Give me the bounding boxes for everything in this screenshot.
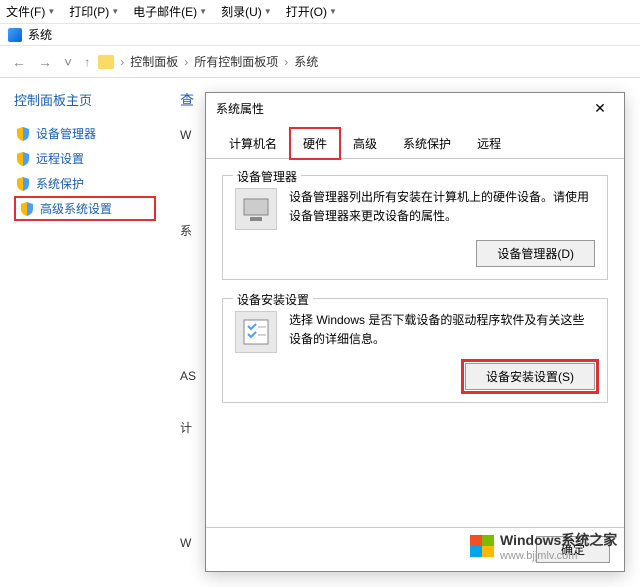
sidebar-item-label: 远程设置	[36, 150, 84, 167]
sidebar-title[interactable]: 控制面板主页	[14, 90, 156, 109]
menu-open[interactable]: 打开(O)▼	[286, 3, 337, 20]
nav-forward-icon[interactable]: →	[34, 54, 56, 70]
device-manager-button[interactable]: 设备管理器(D)	[476, 240, 595, 267]
sidebar-item-label: 设备管理器	[36, 125, 96, 142]
dialog-title: 系统属性	[216, 100, 264, 117]
device-manager-icon	[235, 188, 277, 230]
tab-computer-name[interactable]: 计算机名	[216, 128, 290, 159]
sidebar-item-protection[interactable]: 系统保护	[14, 171, 156, 196]
group-description: 选择 Windows 是否下载设备的驱动程序软件及有关这些设备的详细信息。	[289, 311, 595, 349]
watermark: Windows系统之家 www.bjjmlv.com	[470, 530, 617, 562]
window-titlebar: 系统	[0, 24, 640, 46]
chevron-down-icon: ▼	[47, 7, 55, 16]
chevron-down-icon: ▼	[199, 7, 207, 16]
breadcrumb-item[interactable]: 系统	[294, 53, 318, 70]
tab-hardware[interactable]: 硬件	[290, 128, 340, 159]
sidebar-item-label: 系统保护	[36, 175, 84, 192]
device-manager-group: 设备管理器 设备管理器列出所有安装在计算机上的硬件设备。请使用设备管理器来更改设…	[222, 175, 608, 280]
breadcrumb-item[interactable]: 控制面板	[130, 53, 178, 70]
device-install-group: 设备安装设置 选择 Windows 是否下载设备的驱动程序软件及有关这些设备的详…	[222, 298, 608, 403]
group-title: 设备安装设置	[233, 291, 313, 308]
menu-email[interactable]: 电子邮件(E)▼	[133, 3, 207, 20]
chevron-down-icon: ▼	[111, 7, 119, 16]
crumb-sep: ›	[182, 55, 190, 69]
breadcrumb-item[interactable]: 所有控制面板项	[194, 53, 278, 70]
system-icon	[8, 28, 22, 42]
shield-icon	[16, 177, 30, 191]
address-bar: ← → ˅ ↑ › 控制面板 › 所有控制面板项 › 系统	[0, 46, 640, 78]
device-install-settings-button[interactable]: 设备安装设置(S)	[465, 363, 595, 390]
shield-icon	[16, 152, 30, 166]
dialog-body: 设备管理器 设备管理器列出所有安装在计算机上的硬件设备。请使用设备管理器来更改设…	[206, 159, 624, 527]
nav-dropdown-icon[interactable]: ˅	[60, 54, 76, 70]
folder-icon	[98, 55, 114, 69]
sidebar-item-advanced[interactable]: 高级系统设置	[14, 196, 156, 221]
menubar: 文件(F)▼ 打印(P)▼ 电子邮件(E)▼ 刻录(U)▼ 打开(O)▼	[0, 0, 640, 24]
nav-up-icon[interactable]: ↑	[80, 55, 94, 69]
shield-icon	[20, 202, 34, 216]
system-properties-dialog: 系统属性 ✕ 计算机名 硬件 高级 系统保护 远程 设备管理器 设备管理器列出所…	[205, 92, 625, 572]
tab-advanced[interactable]: 高级	[340, 128, 390, 159]
dialog-header: 系统属性 ✕	[206, 93, 624, 123]
chevron-down-icon: ▼	[264, 7, 272, 16]
menu-print[interactable]: 打印(P)▼	[69, 3, 119, 20]
sidebar: 控制面板主页 设备管理器 远程设置 系统保护 高级系统设置	[0, 78, 170, 587]
menu-file[interactable]: 文件(F)▼	[6, 3, 55, 20]
group-title: 设备管理器	[233, 168, 301, 185]
tab-remote[interactable]: 远程	[464, 128, 514, 159]
menu-burn[interactable]: 刻录(U)▼	[221, 3, 272, 20]
nav-back-icon[interactable]: ←	[8, 54, 30, 70]
watermark-text: Windows系统之家	[500, 530, 617, 550]
tab-protection[interactable]: 系统保护	[390, 128, 464, 159]
sidebar-item-device-manager[interactable]: 设备管理器	[14, 121, 156, 146]
watermark-url: www.bjjmlv.com	[500, 550, 617, 562]
sidebar-item-label: 高级系统设置	[40, 200, 112, 217]
group-description: 设备管理器列出所有安装在计算机上的硬件设备。请使用设备管理器来更改设备的属性。	[289, 188, 595, 226]
window-title: 系统	[28, 26, 52, 43]
sidebar-item-remote[interactable]: 远程设置	[14, 146, 156, 171]
install-settings-icon	[235, 311, 277, 353]
crumb-sep: ›	[282, 55, 290, 69]
close-icon[interactable]: ✕	[586, 100, 614, 117]
shield-icon	[16, 127, 30, 141]
dialog-tabs: 计算机名 硬件 高级 系统保护 远程	[206, 123, 624, 159]
windows-logo-icon	[470, 535, 494, 557]
chevron-down-icon: ▼	[329, 7, 337, 16]
crumb-sep: ›	[118, 55, 126, 69]
